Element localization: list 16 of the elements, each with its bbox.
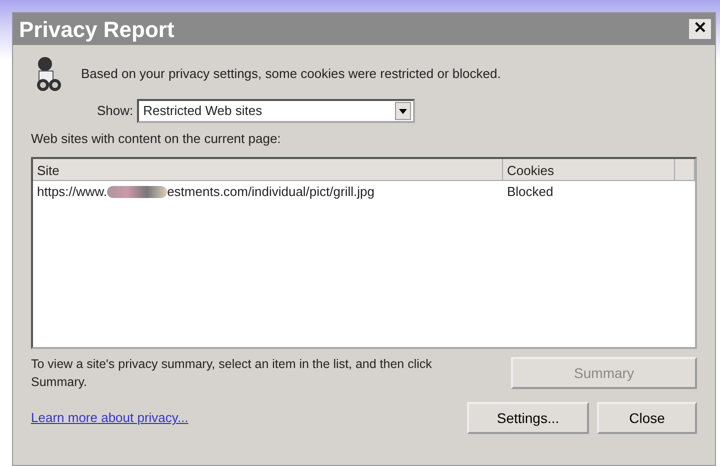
column-header[interactable]: Cookies <box>503 158 675 180</box>
window-title: Privacy Report <box>19 16 174 44</box>
redaction-mark <box>107 186 168 198</box>
hint-text: To view a site's privacy summary, select an item in the list, and then click Summary. <box>31 356 433 392</box>
close-button[interactable]: ✕ <box>688 18 712 40</box>
table-cell[interactable]: Blocked <box>503 182 675 202</box>
list-caption: Web sites with content on the current page: <box>31 130 282 148</box>
dropdown-arrow-icon <box>399 108 408 114</box>
show-dropdown[interactable]: Restricted Web sites <box>137 99 416 123</box>
column-header[interactable]: Site <box>33 158 503 180</box>
table-cell[interactable]: https://www. estments.com/individual/pict/grill.jpg <box>33 182 503 202</box>
show-label: Show: <box>97 102 134 120</box>
dialog-button[interactable]: Settings... <box>467 402 589 434</box>
dialog-button[interactable]: Close <box>597 402 697 434</box>
message-text: Based on your privacy settings, some cookies were restricted or blocked. <box>81 65 501 84</box>
privacy-link[interactable]: Learn more about privacy... <box>31 408 188 428</box>
